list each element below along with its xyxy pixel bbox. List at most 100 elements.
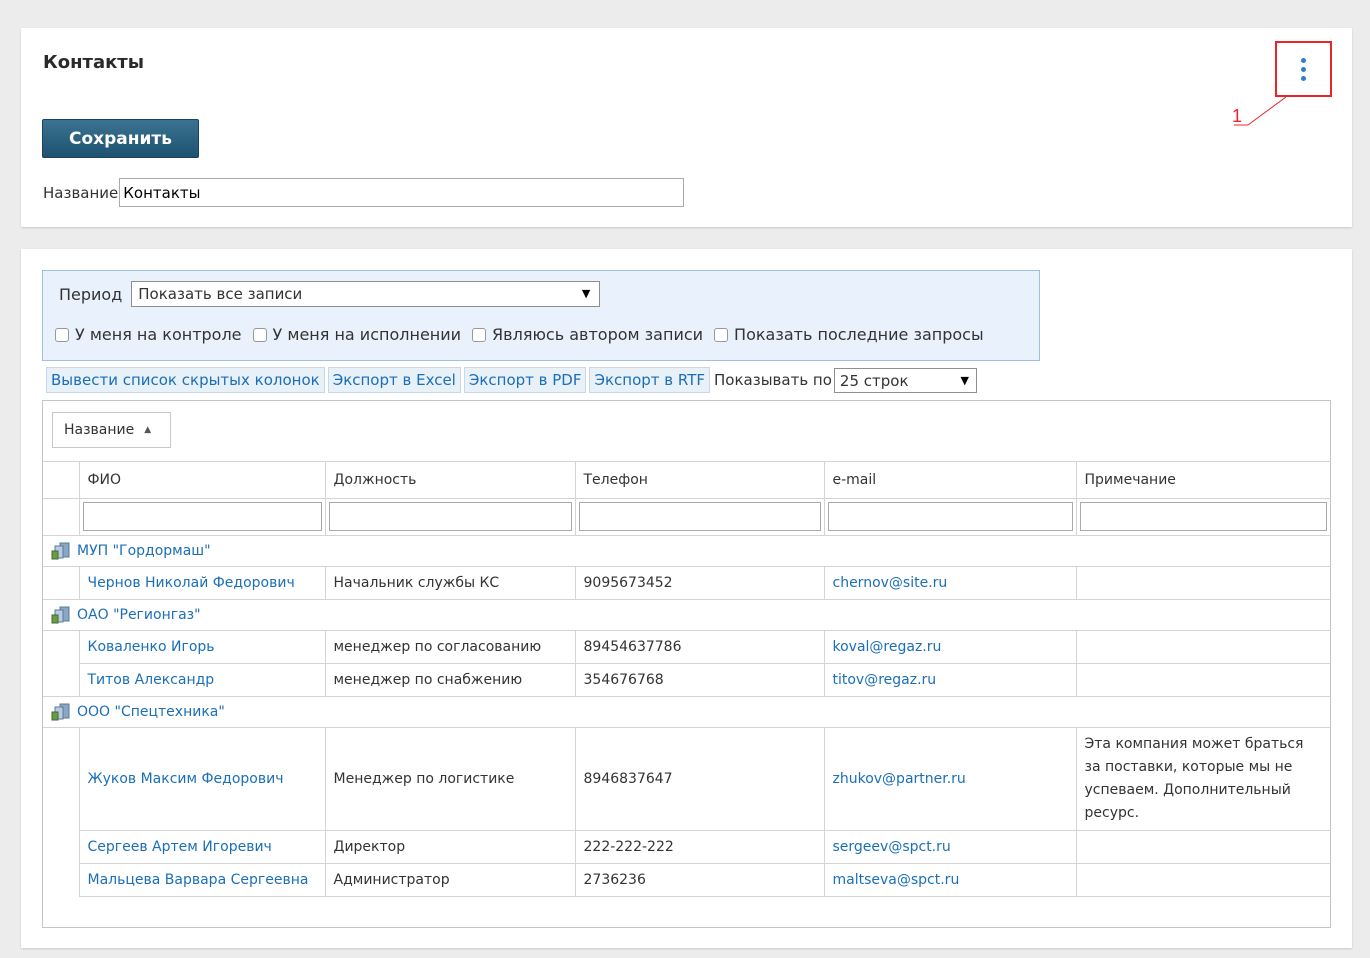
checkbox-label: У меня на контроле xyxy=(75,325,242,344)
note-cell xyxy=(1075,565,1330,600)
group-name: ООО "Спецтехника" xyxy=(77,703,225,720)
phone-cell: 222-222-222 xyxy=(574,829,825,864)
contact-name-link[interactable]: Коваленко Игорь xyxy=(78,629,326,664)
contact-name-link[interactable]: Жуков Максим Федорович xyxy=(78,726,326,831)
checkbox-label: У меня на исполнении xyxy=(272,325,462,344)
column-filter-input[interactable] xyxy=(827,502,1073,531)
column-filter-input[interactable] xyxy=(82,502,322,531)
filter-checkboxes: У меня на контроле У меня на исполнении Яв… xyxy=(55,325,995,344)
note-cell xyxy=(1075,629,1330,664)
more-options-button[interactable] xyxy=(1275,41,1332,97)
phone-cell: 9095673452 xyxy=(574,565,825,600)
table-row[interactable]: Мальцева Варвара Сергеевна Администратор 2… xyxy=(43,862,1330,897)
group-label[interactable]: ООО "Спецтехника" xyxy=(51,703,1322,721)
save-button[interactable]: Сохранить xyxy=(42,119,199,158)
column-header[interactable]: Должность xyxy=(324,462,576,499)
contacts-table: ФИО Должность Телефон e-mail Примечание МУП … xyxy=(43,462,1330,897)
note-cell xyxy=(1075,862,1330,897)
phone-cell: 8946837647 xyxy=(574,726,825,831)
checkbox-box[interactable] xyxy=(55,327,69,342)
checkbox-label: Показать последние запросы xyxy=(734,325,984,344)
email-link[interactable]: sergeev@spct.ru xyxy=(823,829,1077,864)
column-filter-input[interactable] xyxy=(328,502,572,531)
contact-name-link[interactable]: Титов Александр xyxy=(78,662,326,697)
grid-toolbar: Вывести список скрытых колонок Экспорт в… xyxy=(46,367,977,393)
phone-cell: 89454637786 xyxy=(574,629,825,664)
kebab-menu-icon xyxy=(1301,57,1306,63)
note-cell: Эта компания может браться за поставки, … xyxy=(1075,726,1330,831)
period-label: Период xyxy=(59,284,123,304)
period-row: Период Показать все записи ▼ xyxy=(59,281,601,307)
name-input[interactable] xyxy=(119,178,685,207)
contacts-grid: Название ▲ ФИО Должность Телефон e-mail Прим… xyxy=(42,400,1331,928)
dropdown-arrow-icon: ▼ xyxy=(581,287,591,300)
column-filter-row xyxy=(43,497,1330,536)
checkbox-box[interactable] xyxy=(252,327,267,342)
export-rtf-button[interactable]: Экспорт в RTF xyxy=(589,367,711,393)
position-cell: менеджер по снабжению xyxy=(324,662,576,697)
filter-box: Период Показать все записи ▼ У меня на к… xyxy=(42,270,1040,361)
email-link[interactable]: titov@regaz.ru xyxy=(823,662,1077,697)
group-by-chip[interactable]: Название ▲ xyxy=(52,412,171,448)
group-by-bar: Название ▲ xyxy=(43,401,1330,462)
organization-icon xyxy=(51,542,70,559)
group-row[interactable]: ОАО "Регионгаз" xyxy=(43,598,1330,631)
annotation-number: 1 xyxy=(1232,106,1243,126)
sort-ascending-icon: ▲ xyxy=(144,425,152,435)
filter-checkbox-0[interactable]: У меня на контроле xyxy=(55,325,242,344)
email-link[interactable]: maltseva@spct.ru xyxy=(823,862,1077,897)
group-name: МУП "Гордормаш" xyxy=(77,542,211,559)
name-field-row: Название xyxy=(43,178,685,207)
export-pdf-button[interactable]: Экспорт в PDF xyxy=(463,367,587,393)
table-header-row: ФИО Должность Телефон e-mail Примечание xyxy=(43,462,1330,499)
email-link[interactable]: zhukov@partner.ru xyxy=(823,726,1077,831)
dropdown-arrow-icon: ▼ xyxy=(960,373,969,387)
organization-icon xyxy=(51,606,70,623)
checkbox-label: Являюсь автором записи xyxy=(492,325,704,344)
period-select[interactable]: Показать все записи ▼ xyxy=(131,281,601,307)
table-row[interactable]: Жуков Максим Федорович Менеджер по логист… xyxy=(43,726,1330,831)
note-cell xyxy=(1075,662,1330,697)
organization-icon xyxy=(51,703,70,720)
column-header[interactable]: Телефон xyxy=(574,462,825,499)
table-body: МУП "Гордормаш" Чернов Николай Федорович Н… xyxy=(43,534,1330,897)
hidden-columns-button[interactable]: Вывести список скрытых колонок xyxy=(46,367,325,393)
email-link[interactable]: chernov@site.ru xyxy=(823,565,1077,600)
phone-cell: 354676768 xyxy=(574,662,825,697)
export-excel-button[interactable]: Экспорт в Excel xyxy=(327,367,461,393)
group-row[interactable]: МУП "Гордормаш" xyxy=(43,534,1330,567)
column-header[interactable]: ФИО xyxy=(78,462,326,499)
group-name: ОАО "Регионгаз" xyxy=(77,606,201,623)
column-filter-input[interactable] xyxy=(578,502,821,531)
filter-checkbox-2[interactable]: Являюсь автором записи xyxy=(472,325,703,344)
filter-checkbox-1[interactable]: У меня на исполнении xyxy=(252,325,462,344)
phone-cell: 2736236 xyxy=(574,862,825,897)
column-header[interactable]: e-mail xyxy=(823,462,1077,499)
group-row[interactable]: ООО "Спецтехника" xyxy=(43,695,1330,728)
column-header[interactable]: Примечание xyxy=(1075,462,1330,499)
table-row[interactable]: Титов Александр менеджер по снабжению 3546… xyxy=(43,662,1330,697)
email-link[interactable]: koval@regaz.ru xyxy=(823,629,1077,664)
position-cell: Начальник службы КС xyxy=(324,565,576,600)
header-panel: Контакты 1 Сохранить Название xyxy=(21,28,1352,227)
name-label: Название xyxy=(43,183,119,202)
contact-name-link[interactable]: Сергеев Артем Игоревич xyxy=(78,829,326,864)
group-label[interactable]: ОАО "Регионгаз" xyxy=(51,606,1322,624)
rows-per-page-select[interactable]: 25 строк ▼ xyxy=(833,367,977,393)
table-row[interactable]: Сергеев Артем Игоревич Директор 222-222-22… xyxy=(43,829,1330,864)
table-row[interactable]: Коваленко Игорь менеджер по согласованию 8… xyxy=(43,629,1330,664)
position-cell: Менеджер по логистике xyxy=(324,726,576,831)
position-cell: Администратор xyxy=(324,862,576,897)
filter-checkbox-3[interactable]: Показать последние запросы xyxy=(714,325,984,344)
page-title: Контакты xyxy=(43,52,145,73)
position-cell: менеджер по согласованию xyxy=(324,629,576,664)
table-row[interactable]: Чернов Николай Федорович Начальник службы… xyxy=(43,565,1330,600)
show-by-label: Показывать по xyxy=(714,371,832,389)
checkbox-box[interactable] xyxy=(714,327,729,342)
checkbox-box[interactable] xyxy=(472,327,487,342)
contact-name-link[interactable]: Чернов Николай Федорович xyxy=(78,565,326,600)
contact-name-link[interactable]: Мальцева Варвара Сергеевна xyxy=(78,862,326,897)
column-filter-input[interactable] xyxy=(1079,502,1327,531)
group-label[interactable]: МУП "Гордормаш" xyxy=(51,542,1322,560)
contacts-panel: Период Показать все записи ▼ У меня на к… xyxy=(21,249,1352,948)
